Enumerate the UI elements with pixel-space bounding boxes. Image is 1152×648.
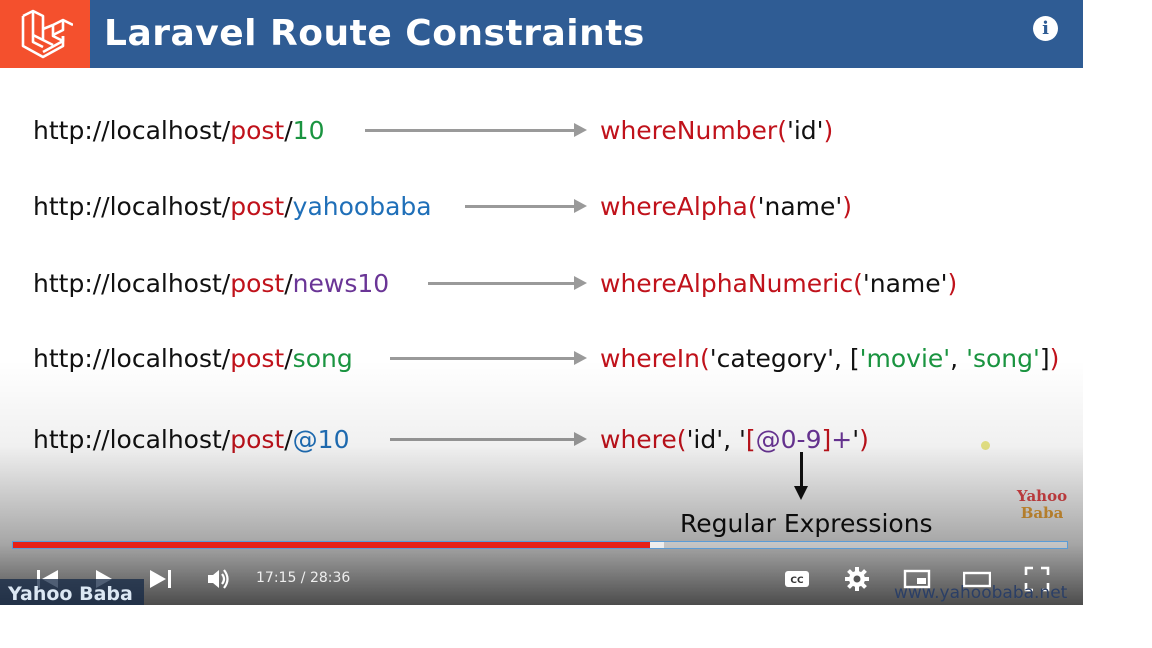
watermark-right: www.yahoobaba.net bbox=[894, 583, 1068, 603]
url-text: http://localhost/post/@10 bbox=[33, 425, 350, 454]
url-text: http://localhost/post/news10 bbox=[33, 269, 390, 298]
closed-captions-icon[interactable]: CC bbox=[783, 565, 811, 593]
arrow-right-icon bbox=[390, 351, 587, 365]
regex-label: Regular Expressions bbox=[680, 509, 933, 538]
arrow-down-head bbox=[794, 486, 808, 500]
constraint-row: http://localhost/post/@10 where('id', '[… bbox=[0, 420, 1083, 460]
settings-icon[interactable] bbox=[843, 565, 871, 593]
info-icon[interactable]: i bbox=[1033, 16, 1058, 41]
volume-icon[interactable] bbox=[204, 565, 232, 593]
method-text: whereIn('category', ['movie', 'song']) bbox=[600, 344, 1060, 373]
laravel-logo-icon bbox=[21, 9, 73, 59]
method-text: whereNumber('id') bbox=[600, 116, 834, 145]
method-text: where('id', '[@0-9]+') bbox=[600, 425, 869, 454]
cursor-highlight-dot bbox=[981, 441, 990, 450]
url-text: http://localhost/post/yahoobaba bbox=[33, 192, 432, 221]
constraint-row: http://localhost/post/song whereIn('cate… bbox=[0, 339, 1083, 379]
method-text: whereAlpha('name') bbox=[600, 192, 853, 221]
method-text: whereAlphaNumeric('name') bbox=[600, 269, 958, 298]
watermark-left: Yahoo Baba bbox=[8, 583, 133, 605]
time-display: 17:15 / 28:36 bbox=[256, 570, 351, 586]
progress-bar[interactable] bbox=[12, 541, 1068, 549]
svg-text:CC: CC bbox=[790, 576, 804, 586]
next-icon[interactable] bbox=[146, 565, 174, 593]
url-text: http://localhost/post/song bbox=[33, 344, 353, 373]
constraint-row: http://localhost/post/news10 whereAlphaN… bbox=[0, 264, 1083, 304]
progress-played bbox=[13, 542, 650, 548]
url-text: http://localhost/post/10 bbox=[33, 116, 325, 145]
yahoobaba-logo: Yahoo Baba bbox=[1016, 487, 1068, 522]
video-player[interactable]: Laravel Route Constraints i http://local… bbox=[0, 0, 1083, 605]
arrow-right-icon bbox=[465, 199, 587, 213]
arrow-right-icon bbox=[390, 432, 587, 446]
arrow-right-icon bbox=[365, 123, 587, 137]
slide-title: Laravel Route Constraints bbox=[104, 13, 645, 54]
laravel-logo bbox=[0, 0, 90, 68]
constraint-row: http://localhost/post/yahoobaba whereAlp… bbox=[0, 187, 1083, 227]
arrow-right-icon bbox=[428, 276, 587, 290]
constraint-row: http://localhost/post/10 whereNumber('id… bbox=[0, 111, 1083, 151]
arrow-down-icon bbox=[800, 452, 803, 490]
